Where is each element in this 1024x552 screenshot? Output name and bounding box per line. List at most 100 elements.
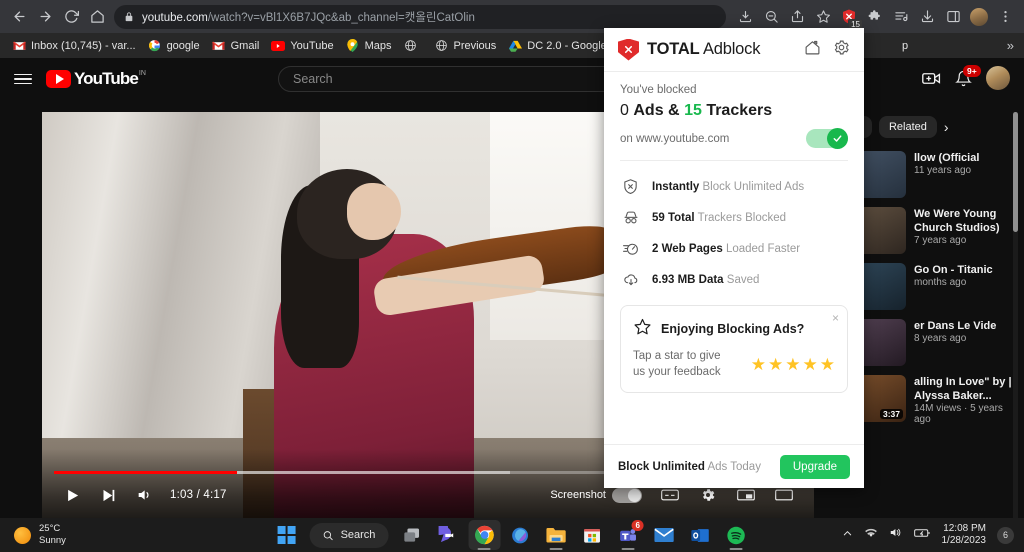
volume-icon[interactable] [889,526,903,544]
running-indicator [621,547,635,550]
star-icon-1[interactable]: ★ [751,356,766,373]
recommendation-meta: alling In Love" by | Alyssa Baker... 14M… [914,375,1018,425]
bookmark-label: Previous [453,39,497,52]
stat-rest: Saved [723,273,760,286]
gear-icon[interactable] [833,39,850,61]
outlook-app-button[interactable] [684,520,716,550]
url-domain: youtube.com [142,11,208,24]
address-bar[interactable]: youtube.com/watch?v=vBl1X6B7JQc&ab_chann… [114,4,726,29]
browser-toolbar: youtube.com/watch?v=vBl1X6B7JQc&ab_chann… [0,0,1024,33]
profile-avatar[interactable] [966,4,992,30]
install-app-icon[interactable] [732,4,758,30]
windows-taskbar: 25°C Sunny Search 6 12:08 PM 1/28/2023 6 [0,518,1024,552]
home-button[interactable] [84,4,110,30]
bookmark-item[interactable]: p [896,38,914,54]
avatar [970,7,988,26]
youtube-icon [271,39,286,53]
screenshot-label: Screenshot [550,489,606,501]
home-icon[interactable] [804,39,821,61]
star-rating[interactable]: ★ ★ ★ ★ ★ [751,356,835,373]
teams-app-button[interactable]: 6 [612,520,644,550]
share-icon[interactable] [784,4,810,30]
microsoft-store-button[interactable] [576,520,608,550]
total-adblock-extension-icon[interactable]: 15 [836,4,863,31]
bookmark-item[interactable]: Inbox (10,745) - var... [6,37,142,55]
extensions-puzzle-icon[interactable] [862,4,888,30]
battery-icon[interactable] [913,526,931,544]
scrollbar-thumb[interactable] [1013,112,1018,232]
bookmark-star-icon[interactable] [810,4,836,30]
create-video-icon[interactable] [922,71,941,86]
spotify-app-button[interactable] [720,520,752,550]
lock-icon [124,11,134,22]
bookmark-item[interactable]: Gmail [206,37,266,55]
total-adblock-logo-icon [618,38,639,61]
downloads-icon[interactable] [914,4,940,30]
taskbar-search[interactable]: Search [309,522,389,548]
reload-button[interactable] [58,4,84,30]
ads-word: Ads [633,102,664,119]
weather-text: 25°C Sunny [39,523,66,547]
guide-menu-icon[interactable] [10,66,36,92]
youtube-header: YouTube IN Search 9+ [0,58,1024,100]
bookmark-item[interactable] [397,37,428,55]
bookmark-item[interactable]: Maps [340,37,398,55]
notifications-icon[interactable]: 9+ [955,64,981,87]
start-button[interactable] [272,520,302,550]
star-icon-2[interactable]: ★ [768,356,783,373]
zoom-out-icon[interactable] [758,4,784,30]
account-avatar[interactable] [986,66,1010,90]
next-button[interactable] [90,477,126,513]
screenshot-switch[interactable] [612,487,642,503]
bookmarks-bar: Inbox (10,745) - var... google Gmail You… [0,33,1024,58]
close-icon[interactable]: × [832,311,839,325]
stat-text: Instantly Block Unlimited Ads [652,181,804,193]
brand-adblock: Adblock [699,40,761,58]
footer-text: Block Unlimited Ads Today [618,461,761,473]
youtube-logo[interactable]: YouTube IN [46,70,146,88]
star-icon-4[interactable]: ★ [803,356,818,373]
recommendation-meta: Go On - Titanic months ago [914,263,1018,310]
copilot-app-button[interactable] [504,520,536,550]
play-button[interactable] [54,477,90,513]
adblock-footer: Block Unlimited Ads Today Upgrade [604,444,864,488]
bookmark-label: p [902,39,909,52]
bookmark-item[interactable]: YouTube [265,37,339,55]
chip-related[interactable]: Related [878,116,937,138]
bookmarks-overflow-button[interactable]: » [1007,38,1018,53]
stat-bold: Instantly [652,180,700,193]
recommendation-stats: 14M views · 5 years ago [914,403,1003,425]
bookmark-item[interactable]: Previous [428,37,502,55]
site-enabled-toggle[interactable] [806,128,848,149]
volume-button[interactable] [126,477,162,513]
star-icon-3[interactable]: ★ [785,356,800,373]
wifi-icon[interactable] [864,526,878,544]
upgrade-button[interactable]: Upgrade [779,454,850,479]
chrome-menu-icon[interactable] [992,4,1018,30]
show-hidden-icons-chevron[interactable] [842,526,853,544]
stat-bold: 59 Total [652,211,695,224]
chevron-right-icon[interactable]: › [944,119,949,135]
chrome-app-button[interactable] [468,520,501,550]
side-panel-icon[interactable] [940,4,966,30]
star-icon-5[interactable]: ★ [820,356,835,373]
google-icon [148,39,162,53]
media-list-icon[interactable] [888,4,914,30]
weather-temperature: 25°C [39,523,61,534]
file-explorer-button[interactable] [540,520,572,550]
bookmark-label: google [166,39,200,52]
clock[interactable]: 12:08 PM 1/28/2023 [942,523,987,547]
time-display: 1:03 / 4:17 [170,489,227,501]
bookmark-item[interactable]: google [142,37,206,55]
chat-app-button[interactable] [432,520,464,550]
stat-bold: 2 Web Pages [652,242,723,255]
mail-app-button[interactable] [648,520,680,550]
weather-widget[interactable]: 25°C Sunny [0,523,66,547]
performer-face [346,183,401,241]
notification-center-count[interactable]: 6 [997,526,1014,544]
task-view-button[interactable] [396,520,428,550]
youtube-play-icon [46,70,71,88]
back-button[interactable] [6,4,32,30]
screenshot-toggle[interactable]: Screenshot [550,487,642,503]
forward-button[interactable] [32,4,58,30]
